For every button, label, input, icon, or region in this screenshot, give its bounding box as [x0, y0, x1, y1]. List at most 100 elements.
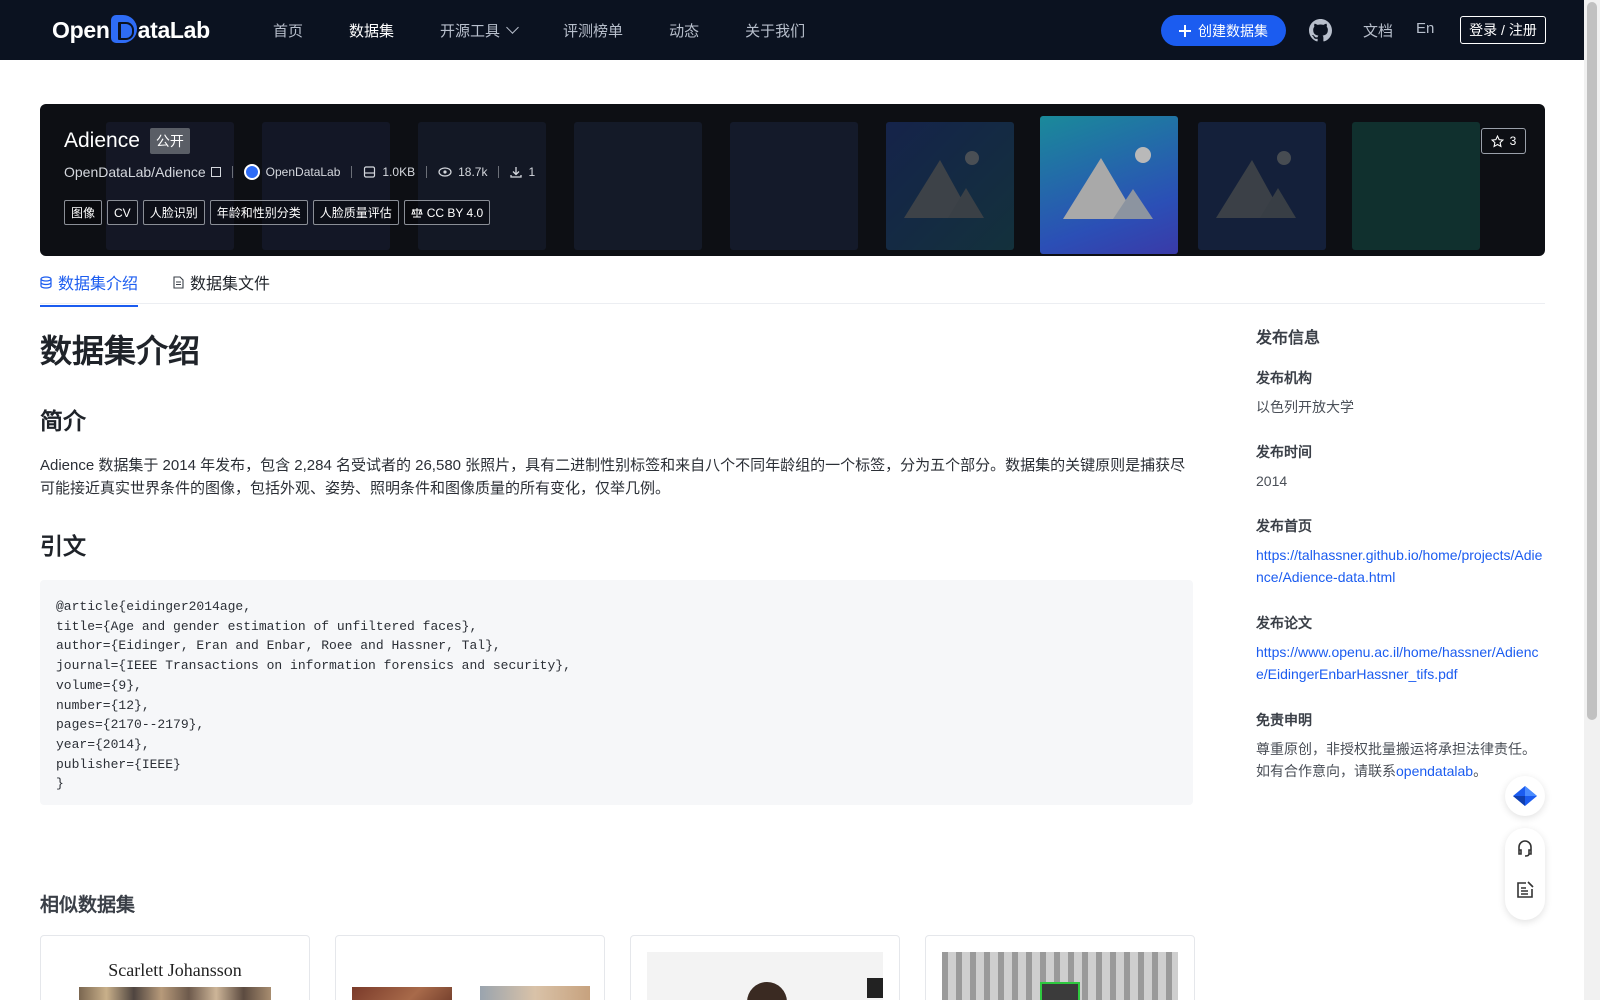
create-dataset-button[interactable]: 创建数据集: [1161, 15, 1286, 46]
banner-thumb: [262, 122, 390, 250]
citation-code-block: @article{eidinger2014age, title={Age and…: [40, 580, 1193, 805]
image-placeholder-icon: [1216, 151, 1296, 218]
dataset-path: OpenDataLab/Adience: [64, 164, 206, 180]
code-line: author={Eidinger, Eran and Enbar, Roee a…: [56, 638, 501, 654]
feedback-edit-icon[interactable]: [1515, 880, 1535, 900]
views-stat: 18.7k: [438, 165, 487, 179]
eye-icon: [438, 167, 452, 177]
code-line: title={Age and gender estimation of unfi…: [56, 618, 478, 634]
nav-item-label: 开源工具: [440, 22, 501, 40]
disclaimer-text: 尊重原创，非授权批量搬运将承担法律责任。如有合作意向，请联系opendatala…: [1256, 738, 1536, 782]
create-dataset-label: 创建数据集: [1198, 22, 1268, 39]
page-scrollbar[interactable]: [1584, 0, 1600, 1000]
scrollbar-thumb[interactable]: [1587, 2, 1597, 720]
logo-text-open: Open: [52, 16, 110, 43]
scale-icon: [411, 208, 423, 218]
tab-dataset-intro[interactable]: 数据集介绍: [40, 270, 139, 307]
release-homepage-label: 发布首页: [1256, 518, 1312, 534]
dataset-views: 18.7k: [458, 165, 488, 179]
headset-icon[interactable]: [1515, 838, 1535, 858]
github-icon[interactable]: [1309, 19, 1332, 42]
release-homepage-link[interactable]: https://talhassner.github.io/home/projec…: [1256, 544, 1546, 588]
size-stat: 1.0KB: [363, 165, 415, 179]
disclaimer-end: 。: [1473, 763, 1488, 779]
tag[interactable]: 图像: [64, 200, 103, 225]
license-tag[interactable]: CC BY 4.0: [403, 200, 491, 225]
dataset-name: Adience: [64, 129, 140, 152]
card-caption: Scarlett Johansson: [108, 960, 242, 980]
tag[interactable]: CV: [107, 200, 138, 225]
code-line: number={12},: [56, 697, 150, 713]
contact-link[interactable]: opendatalab: [1396, 763, 1473, 779]
card-thumbnail: [942, 952, 1178, 1000]
disclaimer-label: 免责申明: [1256, 712, 1312, 728]
logo-d-mark: [110, 15, 137, 43]
citation-heading: 引文: [40, 533, 86, 559]
tab-dataset-files[interactable]: 数据集文件: [173, 270, 270, 305]
nav-item-news[interactable]: 动态: [669, 20, 699, 41]
nav-item-label: 首页: [273, 22, 304, 40]
code-line: publisher={IEEE}: [56, 756, 181, 772]
download-icon: [510, 167, 523, 178]
dataset-banner: Adience 公开 OpenDataLab/Adience OpenDataL…: [40, 104, 1545, 256]
nav-item-label: 关于我们: [745, 22, 806, 40]
tag[interactable]: 年龄和性别分类: [209, 200, 308, 225]
face-strip-image: [79, 987, 271, 1000]
photo-thumb: [352, 987, 452, 1000]
similar-dataset-card[interactable]: Scarlett Johansson: [40, 935, 310, 1000]
code-line: }: [56, 776, 64, 792]
docs-link[interactable]: 文档: [1363, 20, 1393, 41]
banner-thumb: [1198, 122, 1326, 250]
login-register-button[interactable]: 登录 / 注册: [1460, 16, 1546, 44]
nav-item-home[interactable]: 首页: [273, 20, 303, 41]
divider: [426, 166, 428, 178]
nav-item-label: 评测榜单: [563, 22, 624, 40]
logo-text-rest: ataLab: [137, 16, 211, 43]
nav-item-datasets[interactable]: 数据集: [349, 20, 394, 41]
divider: [231, 166, 233, 178]
similar-dataset-card[interactable]: [925, 935, 1195, 1000]
release-paper-label: 发布论文: [1256, 615, 1312, 631]
nav-item-label: 数据集: [349, 22, 395, 40]
assistant-logo-icon: [1513, 786, 1537, 806]
nav-item-label: 动态: [669, 22, 700, 40]
assistant-float-button[interactable]: [1505, 776, 1545, 816]
card-thumbnail: [352, 952, 590, 1000]
release-info-sidebar: 发布信息 发布机构 以色列开放大学 发布时间 2014 发布首页 https:/…: [1256, 324, 1546, 779]
similar-dataset-card[interactable]: [335, 935, 605, 1000]
banner-thumb: [730, 122, 858, 250]
tab-label: 数据集介绍: [58, 276, 139, 293]
downloads-stat: 1: [510, 165, 535, 179]
similar-dataset-card[interactable]: [630, 935, 900, 1000]
chevron-down-icon: [506, 21, 519, 34]
org-link[interactable]: OpenDataLab: [243, 164, 341, 180]
image-placeholder-icon: [904, 151, 984, 218]
tag[interactable]: 人脸质量评估: [312, 200, 399, 225]
banner-thumb: [1352, 122, 1480, 250]
tab-label: 数据集文件: [190, 276, 271, 293]
code-line: volume={9},: [56, 677, 142, 693]
banner-thumb: [574, 122, 702, 250]
org-name: OpenDataLab: [265, 165, 341, 179]
release-paper-link[interactable]: https://www.openu.ac.il/home/hassner/Adi…: [1256, 641, 1546, 685]
nav-item-leaderboard[interactable]: 评测榜单: [563, 20, 623, 41]
intro-text: Adience 数据集于 2014 年发布，包含 2,284 名受试者的 26,…: [40, 457, 1186, 497]
divider: [498, 166, 500, 178]
star-button[interactable]: 3: [1481, 128, 1526, 154]
photo-corner: [867, 978, 883, 998]
similar-datasets-heading: 相似数据集: [40, 895, 136, 916]
nav-item-about[interactable]: 关于我们: [745, 20, 805, 41]
floating-toolbar: [1505, 828, 1545, 920]
copy-icon[interactable]: [210, 167, 221, 177]
dataset-downloads: 1: [528, 165, 536, 179]
opendatalab-logo[interactable]: Open ataLab: [52, 15, 211, 44]
star-count: 3: [1509, 134, 1517, 148]
content-tabs: 数据集介绍 数据集文件: [40, 258, 1545, 307]
release-time-value: 2014: [1256, 473, 1288, 489]
language-switch[interactable]: En: [1416, 20, 1434, 37]
tag[interactable]: 人脸识别: [142, 200, 205, 225]
database-icon: [40, 275, 52, 289]
release-org-label: 发布机构: [1256, 370, 1312, 386]
nav-item-tools[interactable]: 开源工具: [440, 20, 519, 41]
license-label: CC BY 4.0: [426, 205, 484, 220]
